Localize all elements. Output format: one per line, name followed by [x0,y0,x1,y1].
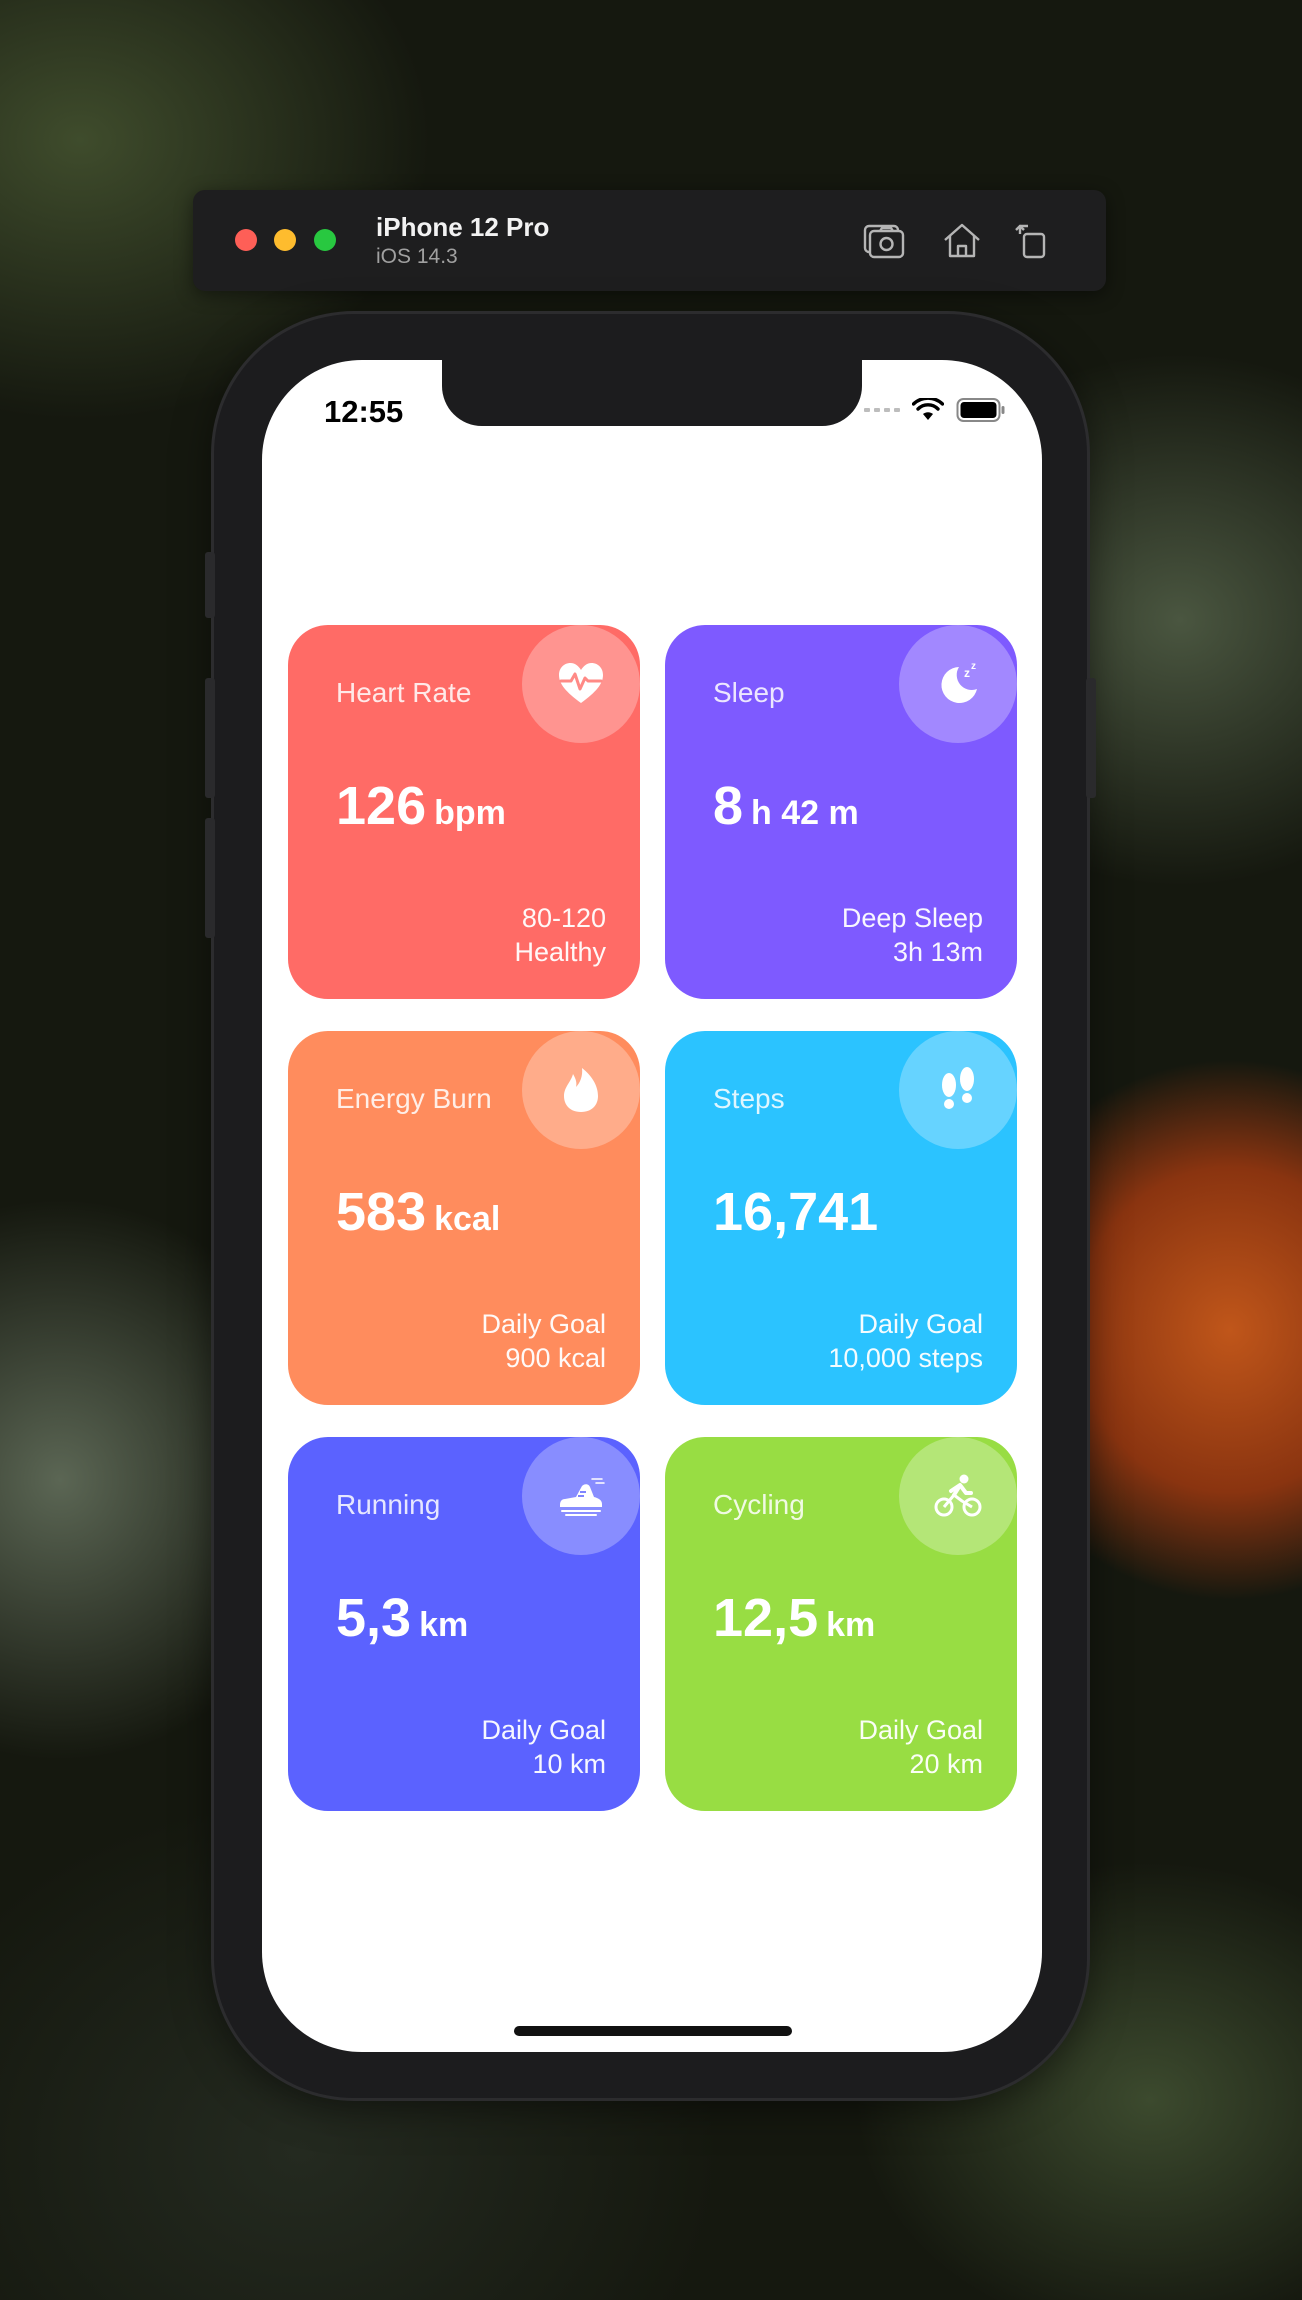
home-icon[interactable] [940,220,984,260]
cycling-card[interactable]: Cycling 12,5 km Daily Goal 20 km [665,1437,1017,1811]
steps-card[interactable]: Steps 16,741 Daily Goal 10,000 steps [665,1031,1017,1405]
home-indicator[interactable] [514,2026,792,2036]
steps-icon-badge [899,1031,1017,1149]
card-label: Sleep [713,677,785,708]
cyclist-icon [934,1474,982,1517]
close-window-button[interactable] [235,229,257,251]
card-subtext: Daily Goal 900 kcal [481,1309,606,1373]
notch [442,360,862,426]
moon-sleep-icon: z z [941,661,977,703]
device-name: iPhone 12 Pro [376,212,550,242]
energy-burn-card[interactable]: Energy Burn 583 kcal Daily Goal 900 kcal [288,1031,640,1405]
mute-switch [205,552,215,618]
card-unit: km [826,1606,876,1644]
card-label: Cycling [713,1489,805,1520]
cellular-signal-icon [864,408,900,412]
cycling-icon-badge [899,1437,1017,1555]
heart-rate-card[interactable]: Heart Rate 126 bpm 80-120 Healthy [288,625,640,999]
card-unit: h 42 m [751,794,859,832]
card-label: Steps [713,1083,785,1114]
card-value: 126 bpm [336,776,506,836]
app-screen: 12:55 Heart Rate 126bpm 80-120Healthy [262,360,1042,2052]
sleep-icon-badge: z z [899,625,1017,743]
svg-text:z: z [971,661,976,672]
card-value: 5,3 km [336,1588,469,1648]
footprints-icon [942,1067,974,1109]
card-subtext: 80-120 Healthy [514,903,606,967]
card-value: 8h 42 m [713,776,859,836]
power-button [1086,678,1096,798]
card-value: 12,5 km [713,1588,876,1648]
flame-icon [564,1068,598,1112]
card-unit: bpm [434,794,506,832]
volume-up-button [205,678,215,798]
sleep-card[interactable]: z z Sleep 8h 42 m Deep Sleep 3h 13m [665,625,1017,999]
card-value: 16,741 [713,1182,879,1242]
card-label: Running [336,1489,441,1520]
minimize-window-button[interactable] [274,229,296,251]
card-subtext: Daily Goal 20 km [858,1715,983,1779]
status-indicators [864,394,1006,426]
running-card[interactable]: Running 5,3 km Daily Goal 10 km [288,1437,640,1811]
svg-text:z: z [964,666,970,680]
simulator-toolbar: iPhone 12 Pro iOS 14.3 [193,190,1106,291]
card-unit: km [419,1606,469,1644]
card-value: 583 kcal [336,1182,501,1242]
heart-rate-icon-badge [522,625,640,743]
card-subtext: Daily Goal 10 km [481,1715,606,1779]
card-unit: kcal [434,1200,501,1238]
zoom-window-button[interactable] [314,229,336,251]
volume-down-button [205,818,215,938]
status-time: 12:55 [324,394,404,429]
screenshot-icon[interactable] [862,220,906,260]
card-subtext: Deep Sleep 3h 13m [841,903,983,967]
running-shoe-icon [560,1478,605,1516]
card-subtext: Daily Goal 10,000 steps [828,1309,983,1373]
battery-icon [956,398,1005,422]
wifi-icon [912,398,944,420]
card-label: Energy Burn [336,1083,492,1114]
os-version: iOS 14.3 [376,245,458,268]
card-label: Heart Rate [336,677,472,708]
running-icon-badge [522,1437,640,1555]
energy-icon-badge [522,1031,640,1149]
heart-rate-icon [559,663,603,703]
rotate-icon[interactable] [1012,220,1056,260]
